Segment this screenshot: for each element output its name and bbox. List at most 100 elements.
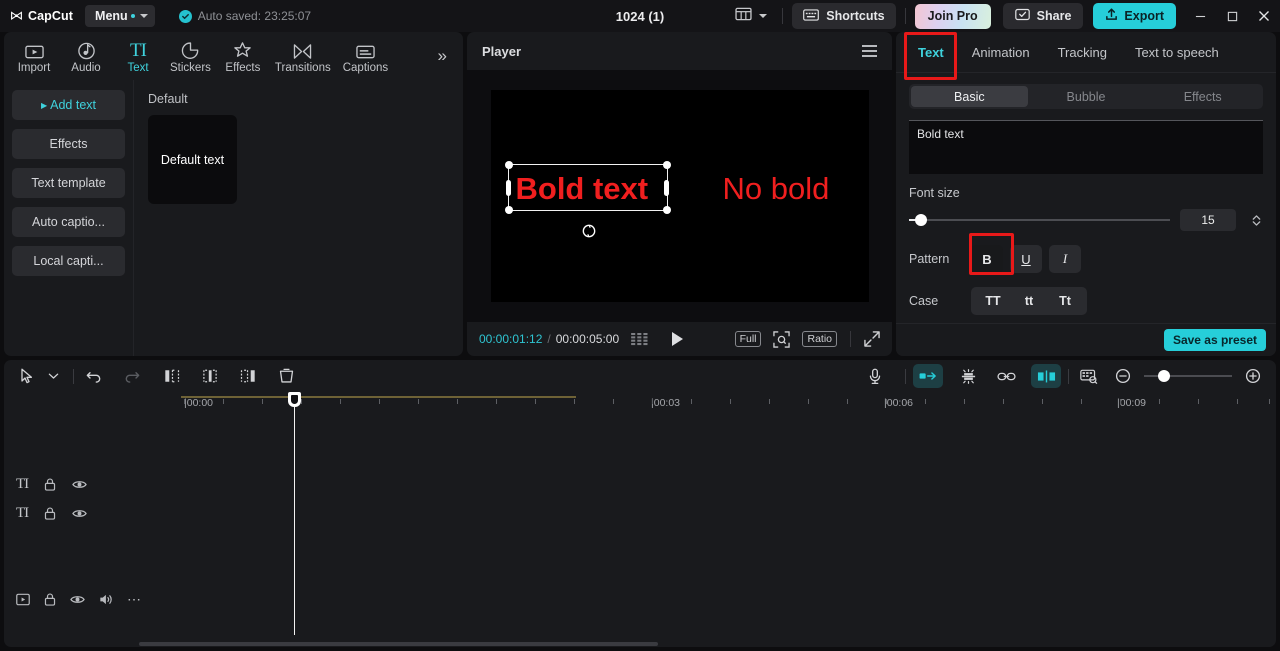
more-tabs-icon[interactable]: » — [432, 46, 459, 66]
undo-icon[interactable] — [81, 364, 107, 388]
auto-fit-icon[interactable] — [913, 364, 943, 388]
tab-text[interactable]: Text — [908, 32, 958, 73]
default-text-card[interactable]: Default text — [148, 115, 237, 204]
font-size-input[interactable]: 15 — [1180, 209, 1236, 231]
ratio-button[interactable]: Ratio — [802, 331, 837, 347]
nav-tab-captions[interactable]: Captions — [337, 38, 394, 74]
transitions-icon — [293, 40, 312, 60]
fullscreen-icon[interactable] — [864, 331, 880, 347]
resize-handle-top-left[interactable] — [504, 161, 513, 169]
timeline-zoom-slider[interactable] — [1144, 370, 1232, 382]
resize-handle-bottom-right[interactable] — [662, 206, 671, 214]
lowercase-button[interactable]: tt — [1011, 294, 1047, 308]
timeline-ruler[interactable]: |00:00 |00:03 |00:06 |00:09 — [4, 392, 1276, 416]
eye-icon[interactable] — [72, 479, 87, 490]
eye-icon[interactable] — [72, 508, 87, 519]
resize-handle-left[interactable] — [506, 179, 511, 196]
full-button[interactable]: Full — [734, 331, 762, 347]
sidebar-item-text-template[interactable]: Text template — [12, 168, 125, 198]
sidebar-item-auto-captions[interactable]: Auto captio... — [12, 207, 125, 237]
underline-button[interactable]: U — [1010, 245, 1042, 273]
tab-label: Animation — [971, 44, 1030, 60]
sidebar-item-effects[interactable]: Effects — [12, 129, 125, 159]
tool-chevron-down-icon[interactable] — [40, 364, 66, 388]
delete-icon[interactable] — [273, 364, 299, 388]
split-left-icon[interactable] — [159, 364, 185, 388]
zoom-out-icon[interactable] — [1110, 364, 1136, 388]
playhead[interactable] — [288, 392, 301, 635]
nav-tab-import[interactable]: Import — [8, 38, 60, 74]
text-selection-box[interactable] — [504, 161, 671, 214]
nav-tab-stickers[interactable]: Stickers — [164, 38, 217, 74]
slider-knob[interactable] — [915, 214, 927, 226]
lock-icon[interactable] — [44, 592, 56, 606]
frames-icon[interactable] — [631, 332, 648, 346]
timeline-zoom-knob[interactable] — [1158, 370, 1170, 382]
italic-button[interactable]: I — [1049, 245, 1081, 273]
playhead-handle[interactable] — [288, 392, 301, 407]
titlecase-button[interactable]: Tt — [1047, 294, 1083, 308]
play-icon[interactable] — [672, 332, 684, 346]
resize-handle-right[interactable] — [664, 179, 669, 196]
shortcuts-button[interactable]: Shortcuts — [792, 3, 896, 29]
microphone-icon[interactable] — [862, 364, 888, 388]
sidebar-item-local-captions[interactable]: Local capti... — [12, 246, 125, 276]
redo-icon[interactable] — [119, 364, 145, 388]
lock-icon[interactable] — [44, 506, 56, 520]
tab-text-to-speech[interactable]: Text to speech — [1121, 32, 1233, 73]
maximize-button[interactable] — [1216, 0, 1248, 32]
bold-button[interactable]: B — [971, 245, 1003, 273]
keyframe-icon[interactable] — [1076, 364, 1102, 388]
lock-icon[interactable] — [44, 477, 56, 491]
save-as-preset-button[interactable]: Save as preset — [1163, 329, 1266, 351]
uppercase-button[interactable]: TT — [975, 294, 1011, 308]
minimize-button[interactable] — [1184, 0, 1216, 32]
link-icon[interactable] — [993, 364, 1019, 388]
nav-tab-text[interactable]: TI Text — [112, 38, 164, 74]
hamburger-icon[interactable] — [862, 45, 877, 57]
tab-animation[interactable]: Animation — [958, 32, 1044, 73]
segment-bubble[interactable]: Bubble — [1028, 86, 1145, 107]
select-tool-icon[interactable] — [14, 364, 40, 388]
join-pro-button[interactable]: Join Pro — [914, 3, 991, 29]
mirror-icon[interactable] — [955, 364, 981, 388]
split-right-icon[interactable] — [235, 364, 261, 388]
layout-button[interactable] — [729, 4, 773, 28]
nav-tab-audio[interactable]: Audio — [60, 38, 112, 74]
share-button[interactable]: Share — [1002, 3, 1084, 29]
resize-handle-bottom-left[interactable] — [504, 206, 513, 214]
split-view-icon[interactable] — [1031, 364, 1061, 388]
window-controls — [1184, 0, 1280, 32]
sidebar-item-label: Local capti... — [33, 254, 104, 268]
resize-handle-top-right[interactable] — [662, 161, 671, 169]
sidebar-item-add-text[interactable]: ▶ Add text — [12, 90, 125, 120]
case-button-group: TT tt Tt — [971, 287, 1087, 315]
zoom-fit-icon[interactable] — [773, 330, 791, 348]
split-icon[interactable] — [197, 364, 223, 388]
nav-tab-transitions[interactable]: Transitions — [269, 38, 337, 74]
more-icon[interactable]: ⋯ — [127, 592, 143, 606]
font-size-stepper[interactable] — [1249, 213, 1263, 228]
nav-tab-effects[interactable]: Effects — [217, 38, 269, 74]
ruler-tick — [340, 399, 341, 404]
timeline-horizontal-scrollbar[interactable] — [139, 642, 1268, 646]
font-size-slider[interactable] — [909, 214, 1170, 226]
text-content-input[interactable]: Bold text — [909, 120, 1263, 174]
lowercase-label: tt — [1024, 294, 1034, 308]
volume-icon[interactable] — [99, 593, 113, 606]
rotate-handle-icon[interactable] — [581, 223, 597, 244]
zoom-in-icon[interactable] — [1240, 364, 1266, 388]
preview-canvas[interactable]: Bold text No bold — [490, 90, 869, 302]
segment-basic[interactable]: Basic — [911, 86, 1028, 107]
nav-tab-label: Captions — [342, 62, 389, 74]
canvas-text-plain[interactable]: No bold — [723, 171, 830, 207]
ruler-tick — [301, 399, 302, 404]
text-style-segmented-control: Basic Bubble Effects — [909, 84, 1263, 109]
menu-button[interactable]: Menu — [85, 5, 155, 27]
tab-tracking[interactable]: Tracking — [1044, 32, 1121, 73]
track-row-main-video: ⋯ — [4, 579, 1276, 619]
close-button[interactable] — [1248, 0, 1280, 32]
segment-effects[interactable]: Effects — [1144, 86, 1261, 107]
export-button[interactable]: Export — [1093, 3, 1176, 29]
eye-icon[interactable] — [70, 594, 85, 605]
